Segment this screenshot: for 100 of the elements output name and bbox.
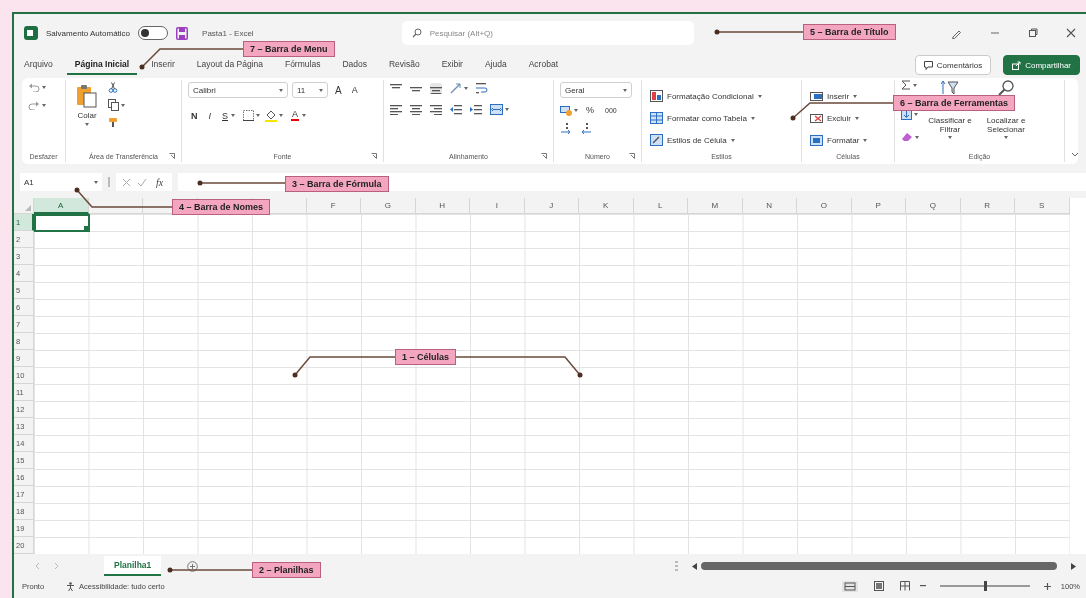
format-button[interactable]: Formatar [808,132,870,148]
caret-icon[interactable] [256,114,261,117]
column-header[interactable]: H [415,198,470,214]
zoom-in-icon[interactable] [1043,582,1051,590]
menu-tab[interactable]: Dados [334,55,375,75]
menu-tab[interactable]: Fórmulas [276,55,329,75]
menu-tab[interactable]: Revisão [380,55,428,75]
font-size-field[interactable]: 11 [292,82,328,98]
menu-tab[interactable]: Inserir [143,55,183,75]
borders-icon[interactable] [243,110,255,121]
align-center-icon[interactable] [410,104,422,115]
caret-icon[interactable] [574,108,578,112]
redo-icon[interactable] [28,100,40,110]
launcher-icon[interactable] [629,153,635,159]
column-header[interactable]: P [851,198,906,214]
caret-icon[interactable] [863,138,868,142]
caret-icon[interactable] [505,108,509,111]
column-header[interactable]: A [34,198,89,214]
delete-button[interactable]: Excluir [808,110,870,126]
save-icon[interactable] [176,26,189,40]
autosave-toggle[interactable] [138,26,169,40]
cell-grid[interactable] [34,214,1070,554]
column-header[interactable]: N [742,198,797,214]
orientation-icon[interactable] [450,82,462,94]
menu-tab[interactable]: Arquivo [16,55,61,75]
menu-tab[interactable]: Acrobat [520,55,566,75]
column-header[interactable]: J [524,198,579,214]
format-as-table-button[interactable]: Formatar como Tabela [648,110,764,126]
menu-tab[interactable]: Exibir [433,55,471,75]
column-header[interactable]: L [633,198,688,214]
normal-view-icon[interactable] [841,580,858,592]
caret-icon[interactable] [464,86,468,90]
currency-icon[interactable] [560,104,572,116]
align-bottom-icon[interactable] [430,82,442,94]
page-layout-icon[interactable] [873,581,884,591]
caret-icon[interactable] [1004,136,1008,139]
close-icon[interactable] [1066,28,1076,38]
menu-tab[interactable]: Página Inicial [66,55,138,75]
shrink-font-button[interactable]: A [348,83,361,97]
eraser-icon[interactable] [901,132,913,142]
undo-icon[interactable] [28,82,40,92]
column-header[interactable]: S [1015,198,1070,214]
caret-icon[interactable] [913,83,917,87]
align-left-icon[interactable] [390,104,402,115]
merge-icon[interactable] [490,104,503,115]
column-header[interactable]: Q [906,198,961,214]
column-header[interactable]: K [579,198,634,214]
launcher-icon[interactable] [371,153,377,159]
menu-tab[interactable]: Ajuda [476,55,515,75]
column-header[interactable]: G [361,198,416,214]
restore-icon[interactable] [1028,28,1038,38]
font-field[interactable]: Calibri [188,82,288,98]
caret-icon[interactable] [121,103,125,107]
decrease-indent-icon[interactable] [450,104,462,115]
formula-input[interactable] [178,173,1086,191]
cell-styles-button[interactable]: Estilos de Célula [648,132,764,148]
page-break-icon[interactable] [899,581,910,591]
caret-icon[interactable] [855,116,859,120]
fill-color-icon[interactable] [265,109,278,122]
column-header[interactable]: R [960,198,1015,214]
caret-icon[interactable] [279,114,284,117]
add-sheet-icon[interactable] [187,560,199,572]
sort-filter-button[interactable]: Classificar e Filtrar [925,114,975,141]
increase-indent-icon[interactable] [470,104,482,115]
font-color-button[interactable]: A [288,108,310,123]
column-header[interactable]: I [470,198,525,214]
decrease-decimal-icon[interactable] [580,122,592,134]
sum-icon[interactable] [901,80,911,90]
chevron-icon[interactable] [1071,152,1079,158]
slider-thumb[interactable] [983,581,987,591]
caret-icon[interactable] [279,88,283,92]
cell-cursor[interactable] [34,214,90,232]
launcher-icon[interactable] [169,153,175,159]
caret-icon[interactable] [319,88,323,92]
menu-tab[interactable]: Layout da Página [188,55,271,75]
wrap-text-icon[interactable] [476,82,488,94]
copy-icon[interactable] [108,99,119,111]
column-header[interactable]: M [688,198,743,214]
number-format-field[interactable]: Geral [560,82,632,98]
increase-decimal-icon[interactable] [560,122,572,134]
caret-icon[interactable] [750,116,755,120]
caret-icon[interactable] [948,136,952,139]
split-handle-icon[interactable] [675,561,678,571]
caret-icon[interactable] [42,85,46,89]
grow-font-button[interactable]: A [332,82,345,98]
horizontal-scrollbar[interactable] [701,562,1057,570]
caret-icon[interactable] [302,114,307,117]
align-right-icon[interactable] [430,104,442,115]
caret-icon[interactable] [757,94,762,98]
paste-button[interactable]: Colar [72,82,102,128]
insert-button[interactable]: Inserir [808,88,870,104]
caret-icon[interactable] [94,180,98,184]
sort-filter-icon[interactable] [941,80,959,96]
name-box[interactable]: A1 [20,173,102,191]
caret-icon[interactable] [85,123,89,126]
column-header[interactable]: F [306,198,361,214]
brush-icon[interactable] [108,117,119,128]
caret-icon[interactable] [42,103,46,107]
search-field[interactable]: Pesquisar (Alt+Q) [401,21,694,45]
scroll-left-icon[interactable] [692,562,697,570]
